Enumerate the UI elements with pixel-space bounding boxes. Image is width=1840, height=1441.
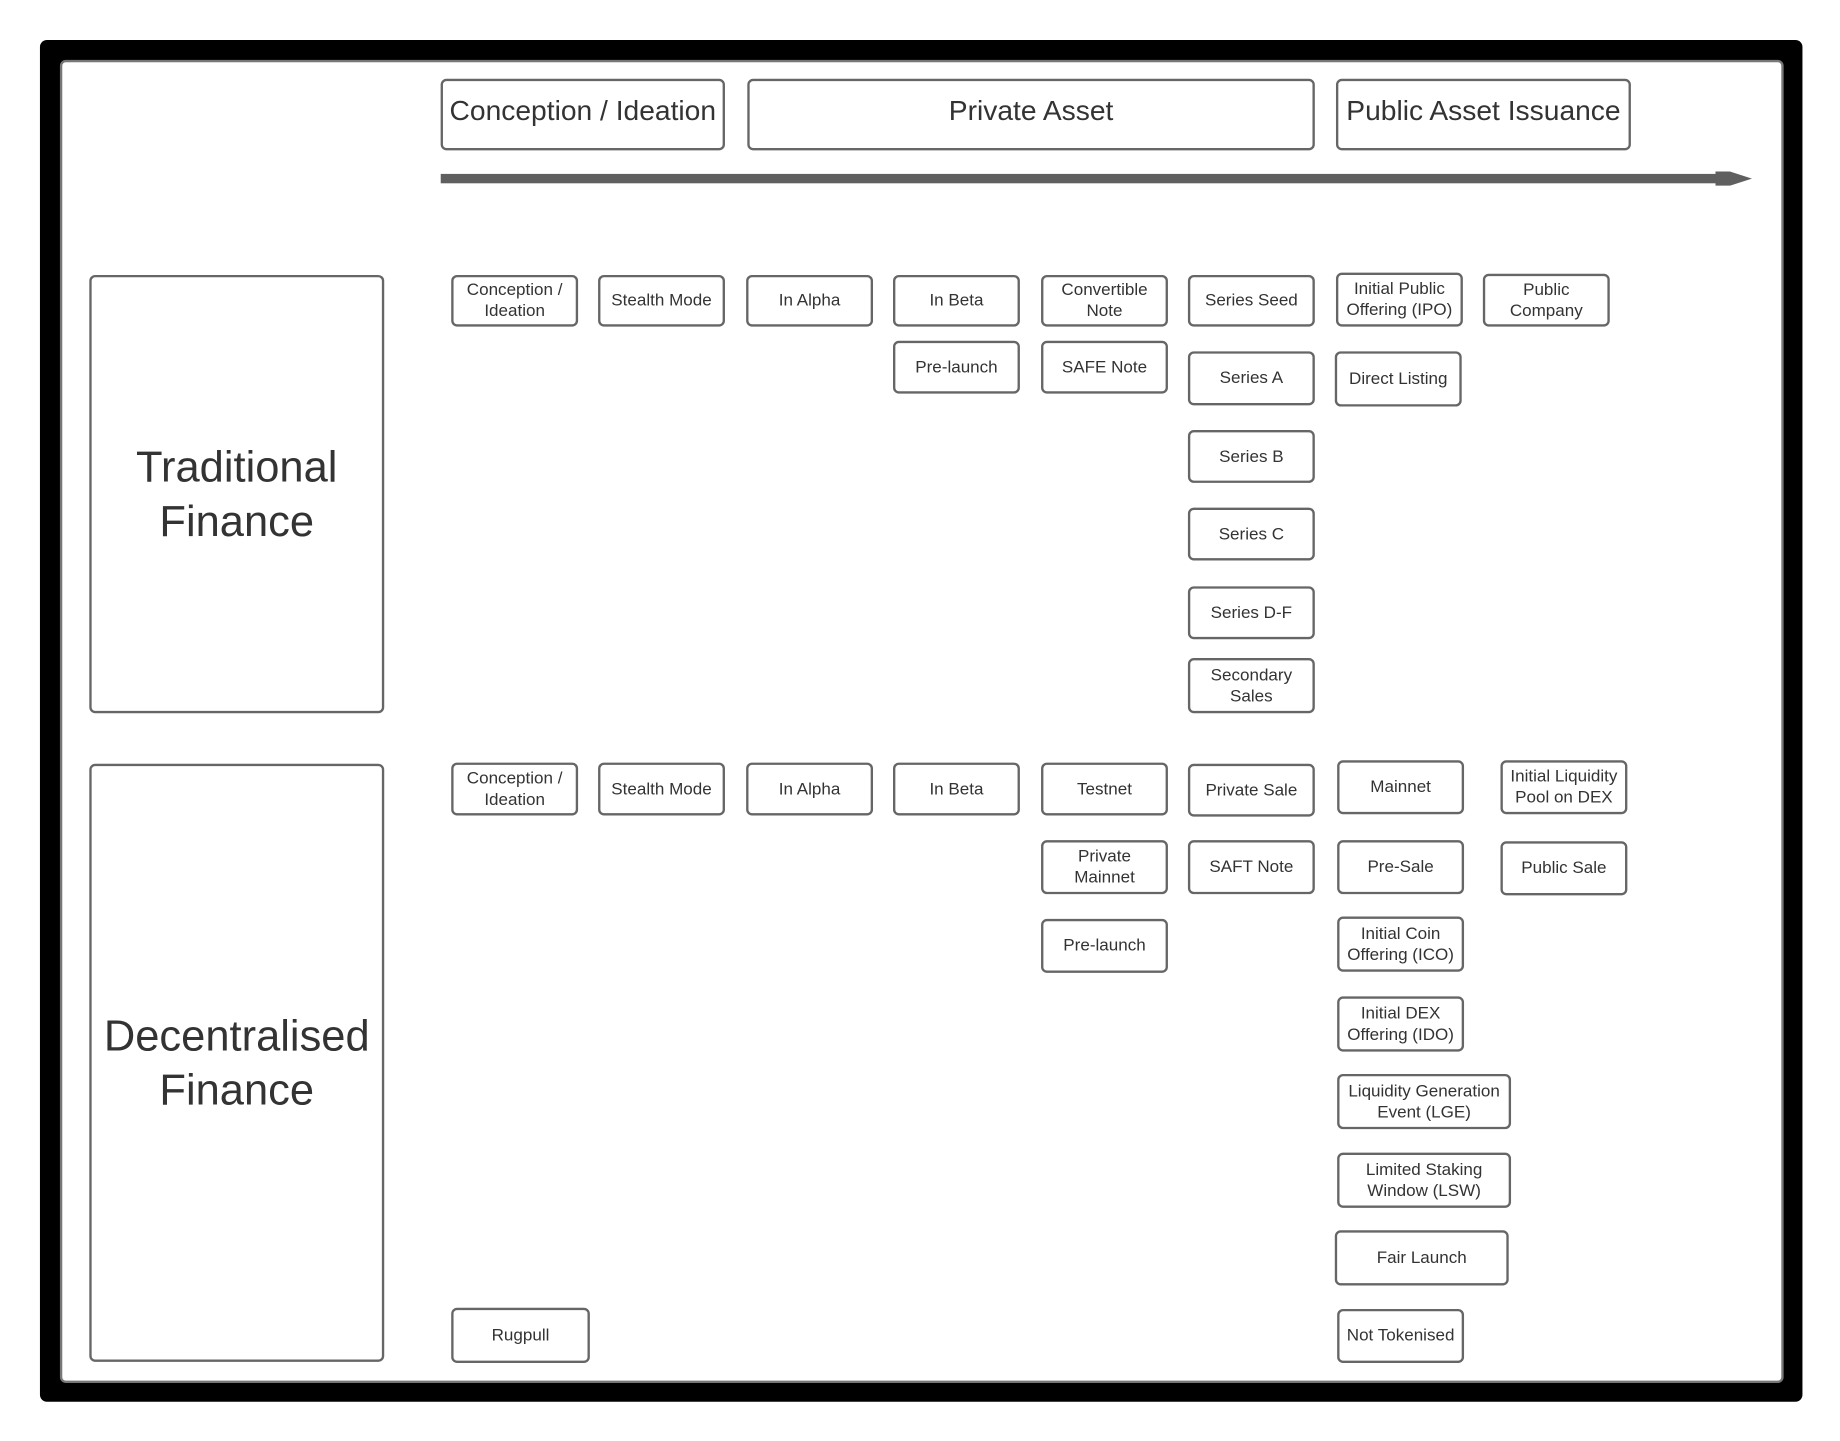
- arrow-shaft: [440, 173, 1722, 184]
- tf-safe-note: SAFE Note: [1041, 340, 1168, 394]
- tf-conception: Conception / Ideation: [451, 274, 579, 327]
- df-not-tokenised: Not Tokenised: [1337, 1308, 1465, 1363]
- tf-ipo: Initial Public Offering (IPO): [1335, 272, 1463, 327]
- phase-public-issuance: Public Asset Issuance: [1335, 78, 1631, 151]
- tf-secondary-sales: Secondary Sales: [1187, 658, 1315, 714]
- df-lge: Liquidity Generation Event (LGE): [1337, 1073, 1512, 1130]
- df-in-beta: In Beta: [892, 762, 1020, 816]
- tf-convertible-note: Convertible Note: [1041, 274, 1168, 327]
- df-ico: Initial Coin Offering (ICO): [1337, 916, 1465, 972]
- df-private-mainnet: Private Mainnet: [1041, 840, 1168, 895]
- df-lsw: Limited Staking Window (LSW): [1337, 1152, 1512, 1208]
- df-rugpull: Rugpull: [451, 1307, 590, 1363]
- phase-conception: Conception / Ideation: [440, 78, 725, 151]
- tf-series-c: Series C: [1187, 507, 1315, 561]
- df-testnet: Testnet: [1041, 762, 1168, 816]
- tf-series-b: Series B: [1187, 430, 1315, 483]
- df-in-alpha: In Alpha: [746, 762, 874, 816]
- df-public-sale: Public Sale: [1500, 841, 1628, 896]
- df-mainnet: Mainnet: [1337, 760, 1465, 815]
- df-conception: Conception / Ideation: [451, 762, 579, 816]
- df-stealth-mode: Stealth Mode: [598, 762, 725, 816]
- df-saft-note: SAFT Note: [1187, 840, 1315, 895]
- lane-traditional-finance: Traditional Finance: [89, 274, 385, 714]
- timeline-arrow: [440, 171, 1752, 186]
- df-pre-sale: Pre-Sale: [1337, 840, 1465, 895]
- df-initial-liquidity-pool: Initial Liquidity Pool on DEX: [1500, 760, 1628, 815]
- tf-in-alpha: In Alpha: [746, 274, 874, 327]
- tf-in-beta: In Beta: [892, 274, 1020, 327]
- tf-series-seed: Series Seed: [1187, 274, 1315, 327]
- tf-pre-launch: Pre-launch: [892, 340, 1020, 394]
- tf-series-a: Series A: [1187, 351, 1315, 406]
- tf-direct-listing: Direct Listing: [1334, 351, 1462, 407]
- tf-public-company: Public Company: [1482, 273, 1610, 327]
- df-fair-launch: Fair Launch: [1334, 1230, 1509, 1286]
- tf-series-d-f: Series D-F: [1187, 586, 1315, 640]
- phase-private-asset: Private Asset: [747, 78, 1315, 151]
- df-pre-launch: Pre-launch: [1041, 918, 1168, 973]
- df-private-sale: Private Sale: [1187, 763, 1315, 817]
- tf-stealth-mode: Stealth Mode: [598, 274, 725, 327]
- arrow-head: [1715, 171, 1752, 186]
- lane-decentralised-finance: Decentralised Finance: [89, 763, 385, 1362]
- diagram: Conception / Ideation Private Asset Publ…: [0, 0, 1840, 1441]
- df-ido: Initial DEX Offering (IDO): [1337, 996, 1465, 1052]
